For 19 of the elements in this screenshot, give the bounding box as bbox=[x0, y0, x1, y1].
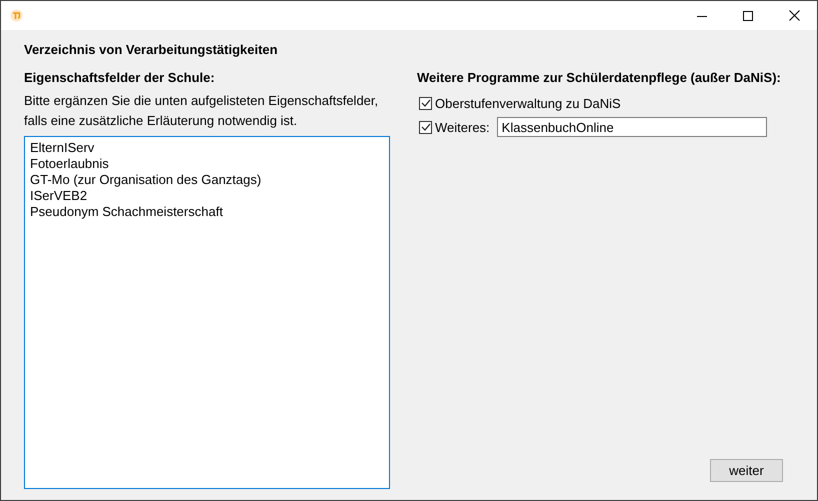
next-button[interactable]: weiter bbox=[710, 459, 783, 482]
description-text: Bitte ergänzen Sie die unten aufgelisteten Eigenschaftsfelder, falls eine zusätzliche Erläuterung notwendig ist. bbox=[24, 92, 380, 130]
checkbox-label[interactable]: Weiteres: bbox=[435, 120, 490, 134]
checkbox[interactable] bbox=[419, 120, 432, 134]
app-logo-icon bbox=[10, 9, 23, 22]
text-area[interactable]: ElternIServ Fotoerlaubnis GT-Mo (zur Organisation des Ganztags) ISerVEB2 Pseudonym Schachmeisterschaft bbox=[24, 136, 390, 489]
close-icon[interactable] bbox=[788, 10, 800, 21]
input-field[interactable]: KlassenbuchOnline bbox=[496, 117, 767, 137]
text-line: Pseudonym Schachmeisterschaft bbox=[30, 204, 223, 220]
text-line: ISerVEB2 bbox=[30, 188, 88, 204]
text-line: ElternIServ bbox=[30, 140, 94, 156]
section-heading: Eigenschaftsfelder der Schule: bbox=[24, 70, 216, 85]
maximize-icon[interactable] bbox=[743, 10, 753, 20]
checkbox[interactable] bbox=[419, 96, 432, 110]
dialog-heading: Verzeichnis von Verarbeitungstätigkeiten bbox=[24, 42, 279, 57]
section-heading: Weitere Programme zur Schülerdatenpflege (außer DaNiS): bbox=[417, 70, 782, 85]
text-line: Fotoerlaubnis bbox=[30, 156, 109, 172]
text-line: GT-Mo (zur Organisation des Ganztags) bbox=[30, 172, 262, 188]
checkbox-label[interactable]: Oberstufenverwaltung zu DaNiS bbox=[435, 96, 621, 110]
